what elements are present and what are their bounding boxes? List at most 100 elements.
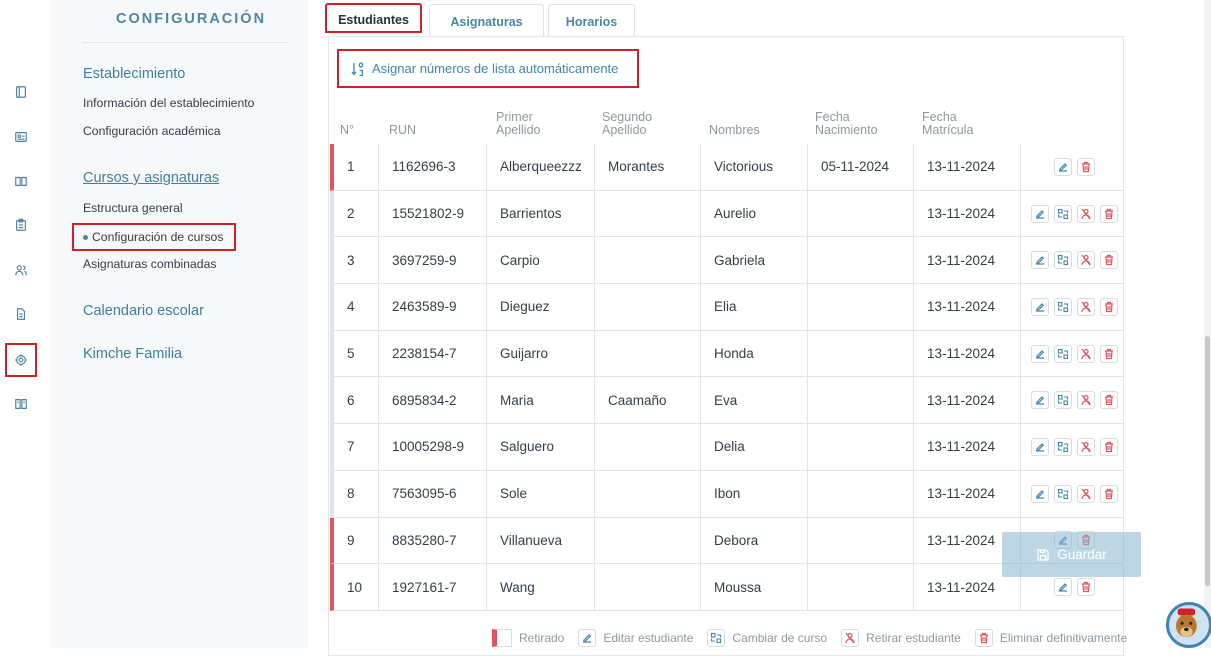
- delete-student-button[interactable]: [1099, 251, 1118, 270]
- change-course-button[interactable]: [1053, 344, 1072, 363]
- cell-nombres: Debora: [701, 517, 808, 564]
- edit-icon: [578, 629, 597, 647]
- save-button[interactable]: Guardar: [1002, 532, 1141, 577]
- book-icon[interactable]: [10, 81, 32, 103]
- change-course-button[interactable]: [1053, 297, 1072, 316]
- table-row: 2 15521802-9 Barrientos Aurelio 13-11-2024: [330, 190, 1123, 238]
- retire-student-button[interactable]: [1076, 391, 1095, 410]
- cell-n: 9: [334, 517, 379, 564]
- sidebar-item-config-cursos[interactable]: Configuración de cursos: [72, 223, 236, 251]
- header-fnac-1: Fecha: [815, 110, 850, 124]
- edit-student-button[interactable]: [1030, 484, 1049, 503]
- cell-run: 15521802-9: [379, 190, 487, 237]
- retire-student-button[interactable]: [1076, 204, 1095, 223]
- sidebar-section-establecimiento[interactable]: Establecimiento: [83, 66, 185, 82]
- cell-fecha-nacimiento: [808, 237, 914, 284]
- cell-fecha-matricula: 13-11-2024: [914, 237, 1021, 284]
- icon-rail: [0, 0, 50, 648]
- cell-nombres: Delia: [701, 424, 808, 470]
- tab-horarios[interactable]: Horarios: [548, 4, 635, 37]
- users-icon[interactable]: [10, 259, 32, 281]
- edit-student-button[interactable]: [1030, 437, 1049, 456]
- edit-student-button[interactable]: [1030, 204, 1049, 223]
- page-scrollbar[interactable]: [1204, 0, 1211, 648]
- cell-primer-apellido: Alberqueezzz: [487, 144, 595, 190]
- sidebar-item-label: Configuración de cursos: [92, 230, 224, 244]
- delete-student-button[interactable]: [1076, 157, 1095, 176]
- change-course-button[interactable]: [1053, 437, 1072, 456]
- sidebar-item-informacion[interactable]: Información del establecimiento: [83, 96, 254, 110]
- delete-student-button[interactable]: [1099, 344, 1118, 363]
- cell-nombres: Elia: [701, 284, 808, 330]
- tab-estudiantes[interactable]: Estudiantes: [325, 3, 422, 33]
- change-course-button[interactable]: [1053, 204, 1072, 223]
- scrollbar-thumb[interactable]: [1205, 336, 1210, 586]
- cell-n: 1: [334, 144, 379, 190]
- avatar[interactable]: [1166, 602, 1211, 648]
- reader-icon[interactable]: [10, 393, 32, 415]
- cell-primer-apellido: Salguero: [487, 424, 595, 470]
- change-course-button[interactable]: [1053, 484, 1072, 503]
- edit-student-button[interactable]: [1030, 297, 1049, 316]
- cell-nombres: Honda: [701, 330, 808, 377]
- legend-retirar: Retirar estudiante: [841, 629, 961, 647]
- active-dot: [83, 235, 88, 241]
- delete-student-button[interactable]: [1099, 297, 1118, 316]
- assign-list-numbers-button[interactable]: Asignar números de lista automáticamente: [337, 49, 639, 88]
- delete-student-button[interactable]: [1099, 484, 1118, 503]
- edit-student-button[interactable]: [1053, 578, 1072, 597]
- header-run: RUN: [389, 123, 417, 137]
- retire-student-button[interactable]: [1076, 484, 1095, 503]
- edit-student-button[interactable]: [1030, 391, 1049, 410]
- tab-asignaturas[interactable]: Asignaturas: [429, 4, 544, 37]
- delete-student-button[interactable]: [1099, 437, 1118, 456]
- assign-label: Asignar números de lista automáticamente: [372, 61, 619, 76]
- sidebar-section-familia[interactable]: Kimche Familia: [83, 346, 182, 362]
- header-n: N°: [340, 123, 355, 137]
- cell-n: 8: [334, 470, 379, 517]
- table-row: 8 7563095-6 Sole Ibon 13-11-2024: [330, 470, 1123, 518]
- gear-icon[interactable]: [5, 343, 37, 377]
- header-primer-1: Primer: [496, 110, 533, 124]
- table-header: N° RUN Primer Apellido Segundo Apellido No…: [330, 110, 1123, 144]
- sidebar-item-config-academica[interactable]: Configuración académica: [83, 124, 221, 138]
- header-fnac: Fecha Nacimiento: [815, 111, 878, 137]
- clipboard-icon[interactable]: [10, 214, 32, 236]
- save-icon: [1037, 548, 1049, 561]
- delete-student-button[interactable]: [1099, 391, 1118, 410]
- edit-student-button[interactable]: [1030, 344, 1049, 363]
- cell-run: 10005298-9: [379, 424, 487, 470]
- cell-segundo-apellido: [595, 564, 701, 610]
- header-fmat-1: Fecha: [922, 110, 957, 124]
- table-row: 7 10005298-9 Salguero Delia 13-11-2024: [330, 424, 1123, 471]
- delete-student-button[interactable]: [1076, 578, 1095, 597]
- header-primer-2: Apellido: [496, 123, 541, 137]
- change-course-button[interactable]: [1053, 391, 1072, 410]
- cell-run: 3697259-9: [379, 237, 487, 284]
- row-actions: [1021, 191, 1127, 237]
- edit-student-button[interactable]: [1053, 157, 1072, 176]
- cell-fecha-nacimiento: [808, 517, 914, 564]
- cell-primer-apellido: Carpio: [487, 237, 595, 284]
- change-course-button[interactable]: [1053, 251, 1072, 270]
- open-book-icon[interactable]: [10, 170, 32, 192]
- id-card-icon[interactable]: [10, 126, 32, 148]
- retire-student-button[interactable]: [1076, 344, 1095, 363]
- cell-primer-apellido: Dieguez: [487, 284, 595, 330]
- swap-icon: [707, 629, 726, 647]
- retire-student-button[interactable]: [1076, 251, 1095, 270]
- sidebar-section-calendario[interactable]: Calendario escolar: [83, 303, 204, 319]
- edit-student-button[interactable]: [1030, 251, 1049, 270]
- sidebar-item-combinadas[interactable]: Asignaturas combinadas: [83, 257, 216, 271]
- retire-student-button[interactable]: [1076, 437, 1095, 456]
- table-row: 4 2463589-9 Dieguez Elia 13-11-2024: [330, 284, 1123, 331]
- row-actions: [1021, 331, 1127, 377]
- delete-student-button[interactable]: [1099, 204, 1118, 223]
- legend-eliminar-label: Eliminar definitivamente: [999, 631, 1128, 645]
- sidebar-item-estructura[interactable]: Estructura general: [83, 201, 183, 215]
- row-actions: [1021, 284, 1127, 330]
- sidebar-section-cursos[interactable]: Cursos y asignaturas: [83, 170, 219, 186]
- retire-student-button[interactable]: [1076, 297, 1095, 316]
- cell-run: 2238154-7: [379, 330, 487, 377]
- document-icon[interactable]: [10, 303, 32, 325]
